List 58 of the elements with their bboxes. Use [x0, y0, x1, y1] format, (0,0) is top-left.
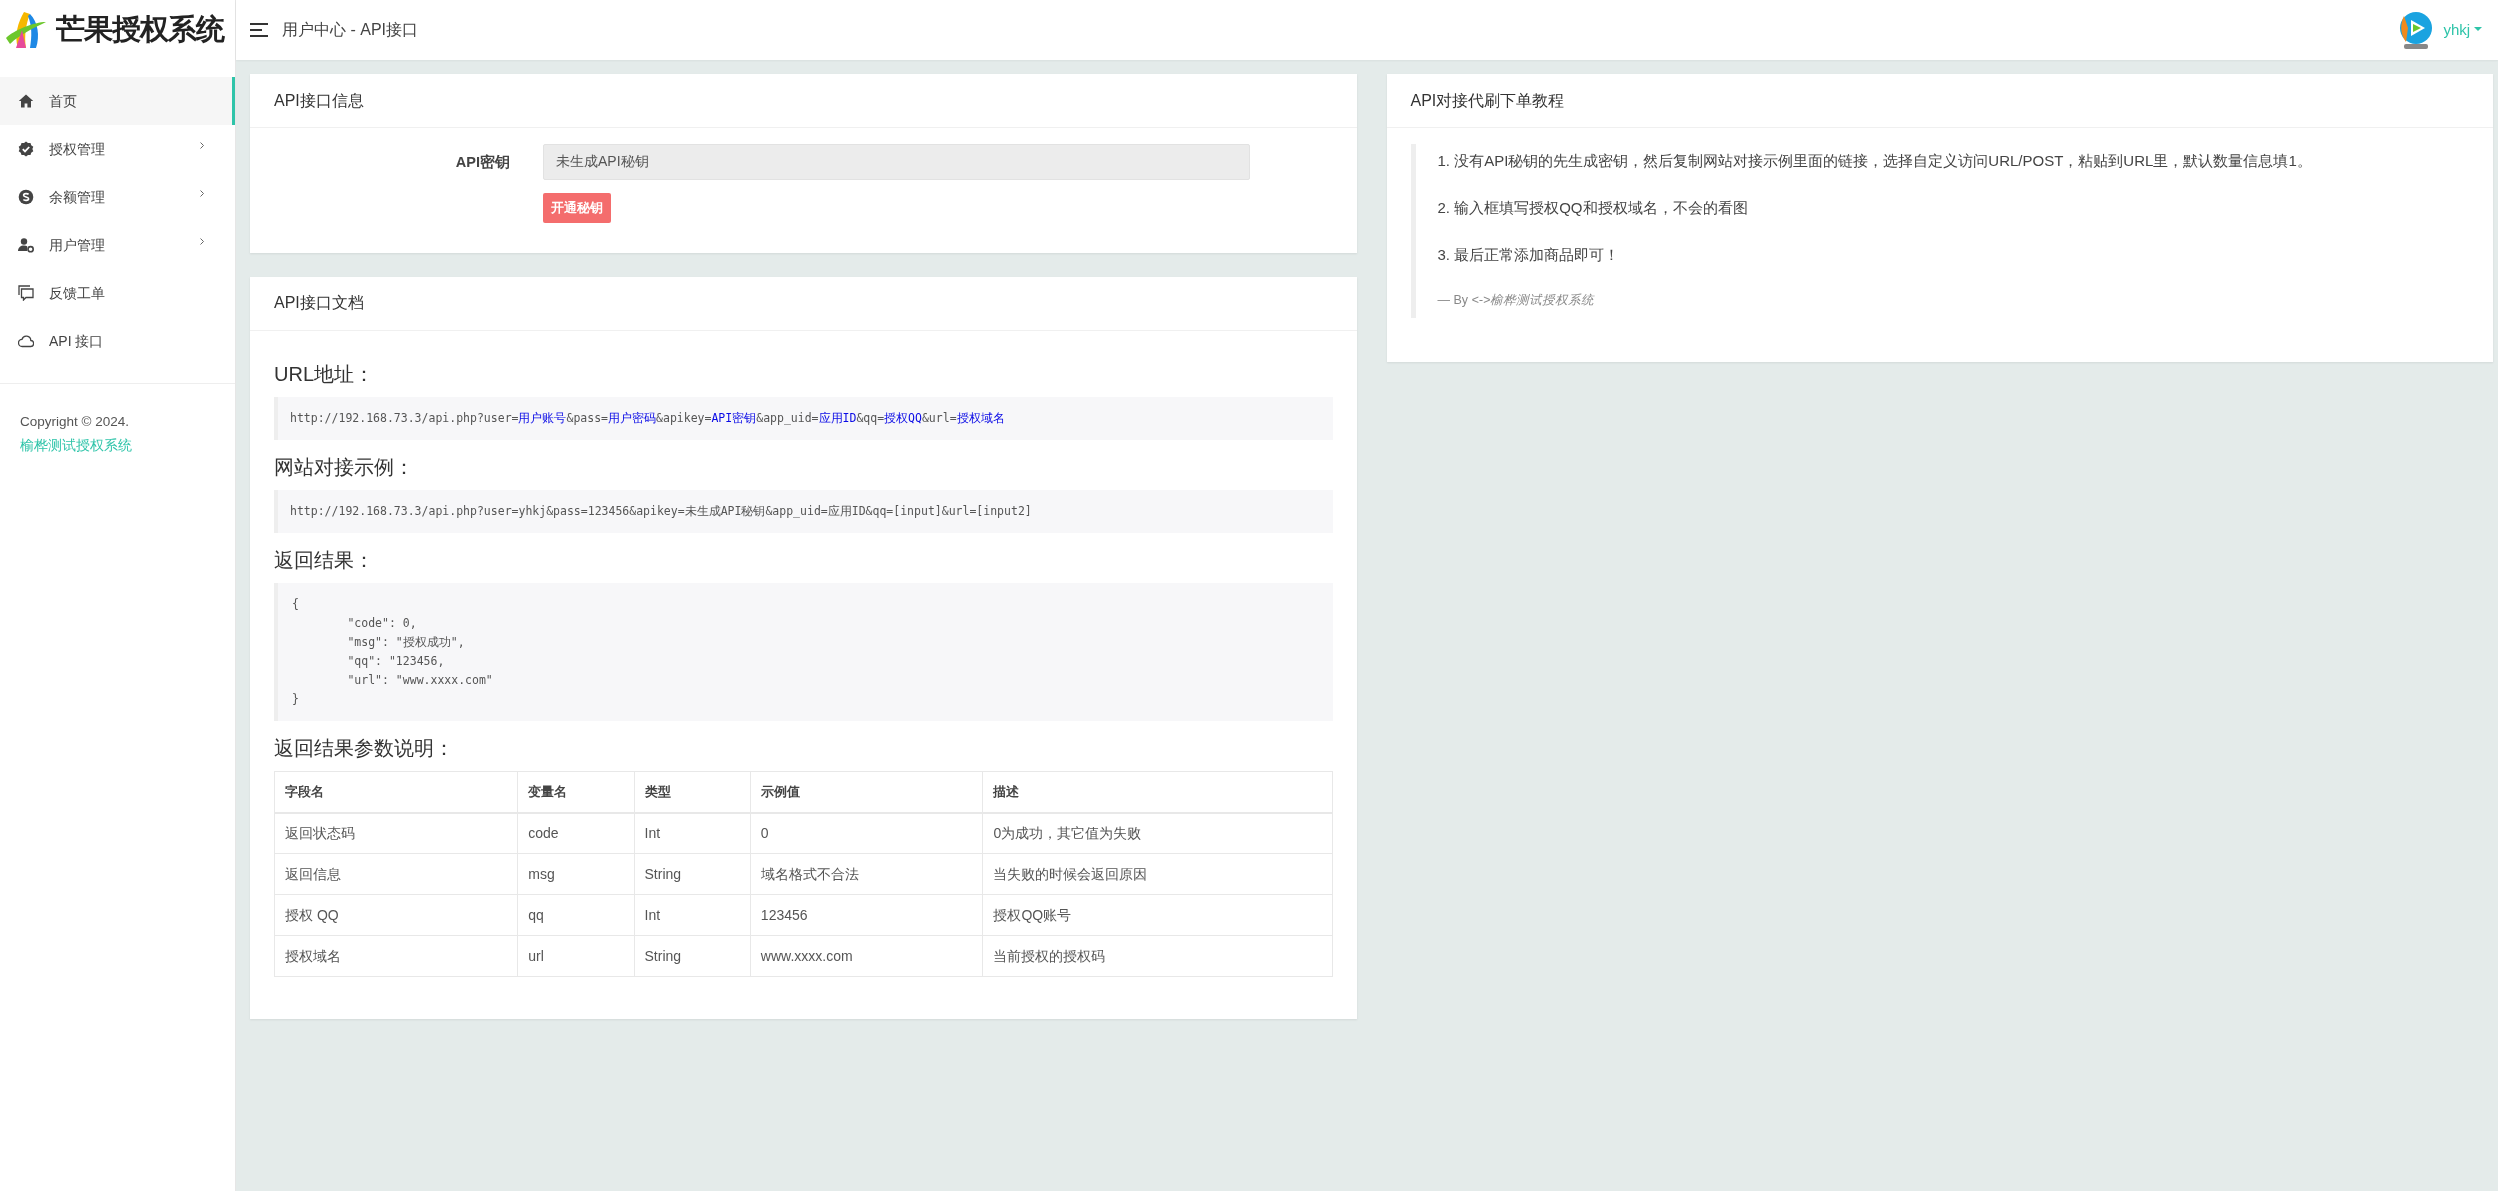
api-key-field[interactable]: 未生成API秘钥: [543, 144, 1250, 180]
section-heading: URL地址：: [274, 361, 375, 387]
panel-title: API对接代刷下单教程: [1386, 74, 2493, 128]
column-header: 描述: [983, 771, 1332, 813]
step-text: 1. 没有API秘钥的先生成密钥，然后复制网站对接示例里面的链接，选择自定义访问URL/POST，粘贴到URL里，默认数量信息填1。: [1437, 151, 2313, 171]
table-cell: 返回状态码: [274, 812, 518, 854]
chevron-icon: [200, 141, 204, 149]
sidebar-item[interactable]: API 接口: [0, 317, 235, 365]
field-label: API密钥: [454, 153, 511, 172]
table-cell: www.xxxx.com: [750, 935, 983, 977]
quote-footer: — By <->榆桦测试授权系统: [1437, 291, 2449, 310]
table-cell: Int: [634, 812, 751, 854]
column-header: 变量名: [517, 771, 635, 813]
user-gear-icon: [18, 237, 34, 253]
column-header: 示例值: [750, 771, 983, 813]
table-cell: qq: [517, 894, 635, 936]
step-text: 2. 输入框填写授权QQ和授权域名，不会的看图: [1437, 198, 1749, 218]
sidebar-item[interactable]: 用户管理: [0, 221, 235, 269]
sidebar-item[interactable]: 授权管理: [0, 125, 235, 173]
column-header: 类型: [634, 771, 751, 813]
page-title: 用户中心 - API接口: [282, 20, 418, 40]
table-cell: url: [517, 935, 635, 977]
home-icon: [18, 93, 34, 109]
chat-icon: [18, 285, 34, 301]
table-cell: 返回信息: [274, 853, 518, 895]
table-cell: 域名格式不合法: [750, 853, 983, 895]
s-circle-icon: [18, 189, 34, 205]
table-cell: 当前授权的授权码: [983, 935, 1332, 977]
table-cell: 0为成功，其它值为失败: [983, 812, 1332, 854]
chevron-icon: [200, 237, 204, 245]
sidebar-item[interactable]: 反馈工单: [0, 269, 235, 317]
table-cell: msg: [517, 853, 635, 895]
section-heading: 返回结果：: [274, 548, 375, 573]
table-cell: 当失败的时候会返回原因: [983, 853, 1332, 895]
cloud-icon: [18, 333, 34, 349]
section-heading: 返回结果参数说明：: [274, 736, 455, 761]
column-header: 字段名: [274, 771, 518, 813]
sidebar-item[interactable]: 首页: [0, 77, 235, 125]
section-heading: 网站对接示例：: [274, 454, 415, 480]
table-cell: String: [634, 935, 751, 977]
table-cell: Int: [634, 894, 751, 936]
check-badge-icon: [18, 141, 34, 157]
chevron-icon: [200, 189, 204, 197]
panel-title: API接口信息: [250, 74, 1357, 128]
sidebar-item[interactable]: 余额管理: [0, 173, 235, 221]
table-cell: 123456: [750, 894, 983, 936]
table-cell: 授权 QQ: [274, 894, 518, 936]
code-block: { "code": 0, "msg": "授权成功", "qq": "123456, "url": "www.xxxx.com" }: [274, 583, 1333, 721]
step-text: 3. 最后正常添加商品即可！: [1437, 245, 1621, 265]
copyright-text: Copyright © 2024. 榆桦测试授权系统: [20, 410, 215, 458]
table-cell: code: [517, 812, 635, 854]
table-cell: 0: [750, 812, 983, 854]
brand-title: 芒果授权系统: [56, 11, 224, 49]
table-cell: String: [634, 853, 751, 895]
menu-icon: [250, 23, 268, 37]
panel-title: API接口文档: [250, 276, 1357, 331]
table-cell: 授权域名: [274, 935, 518, 977]
table-cell: 授权QQ账号: [983, 894, 1332, 936]
